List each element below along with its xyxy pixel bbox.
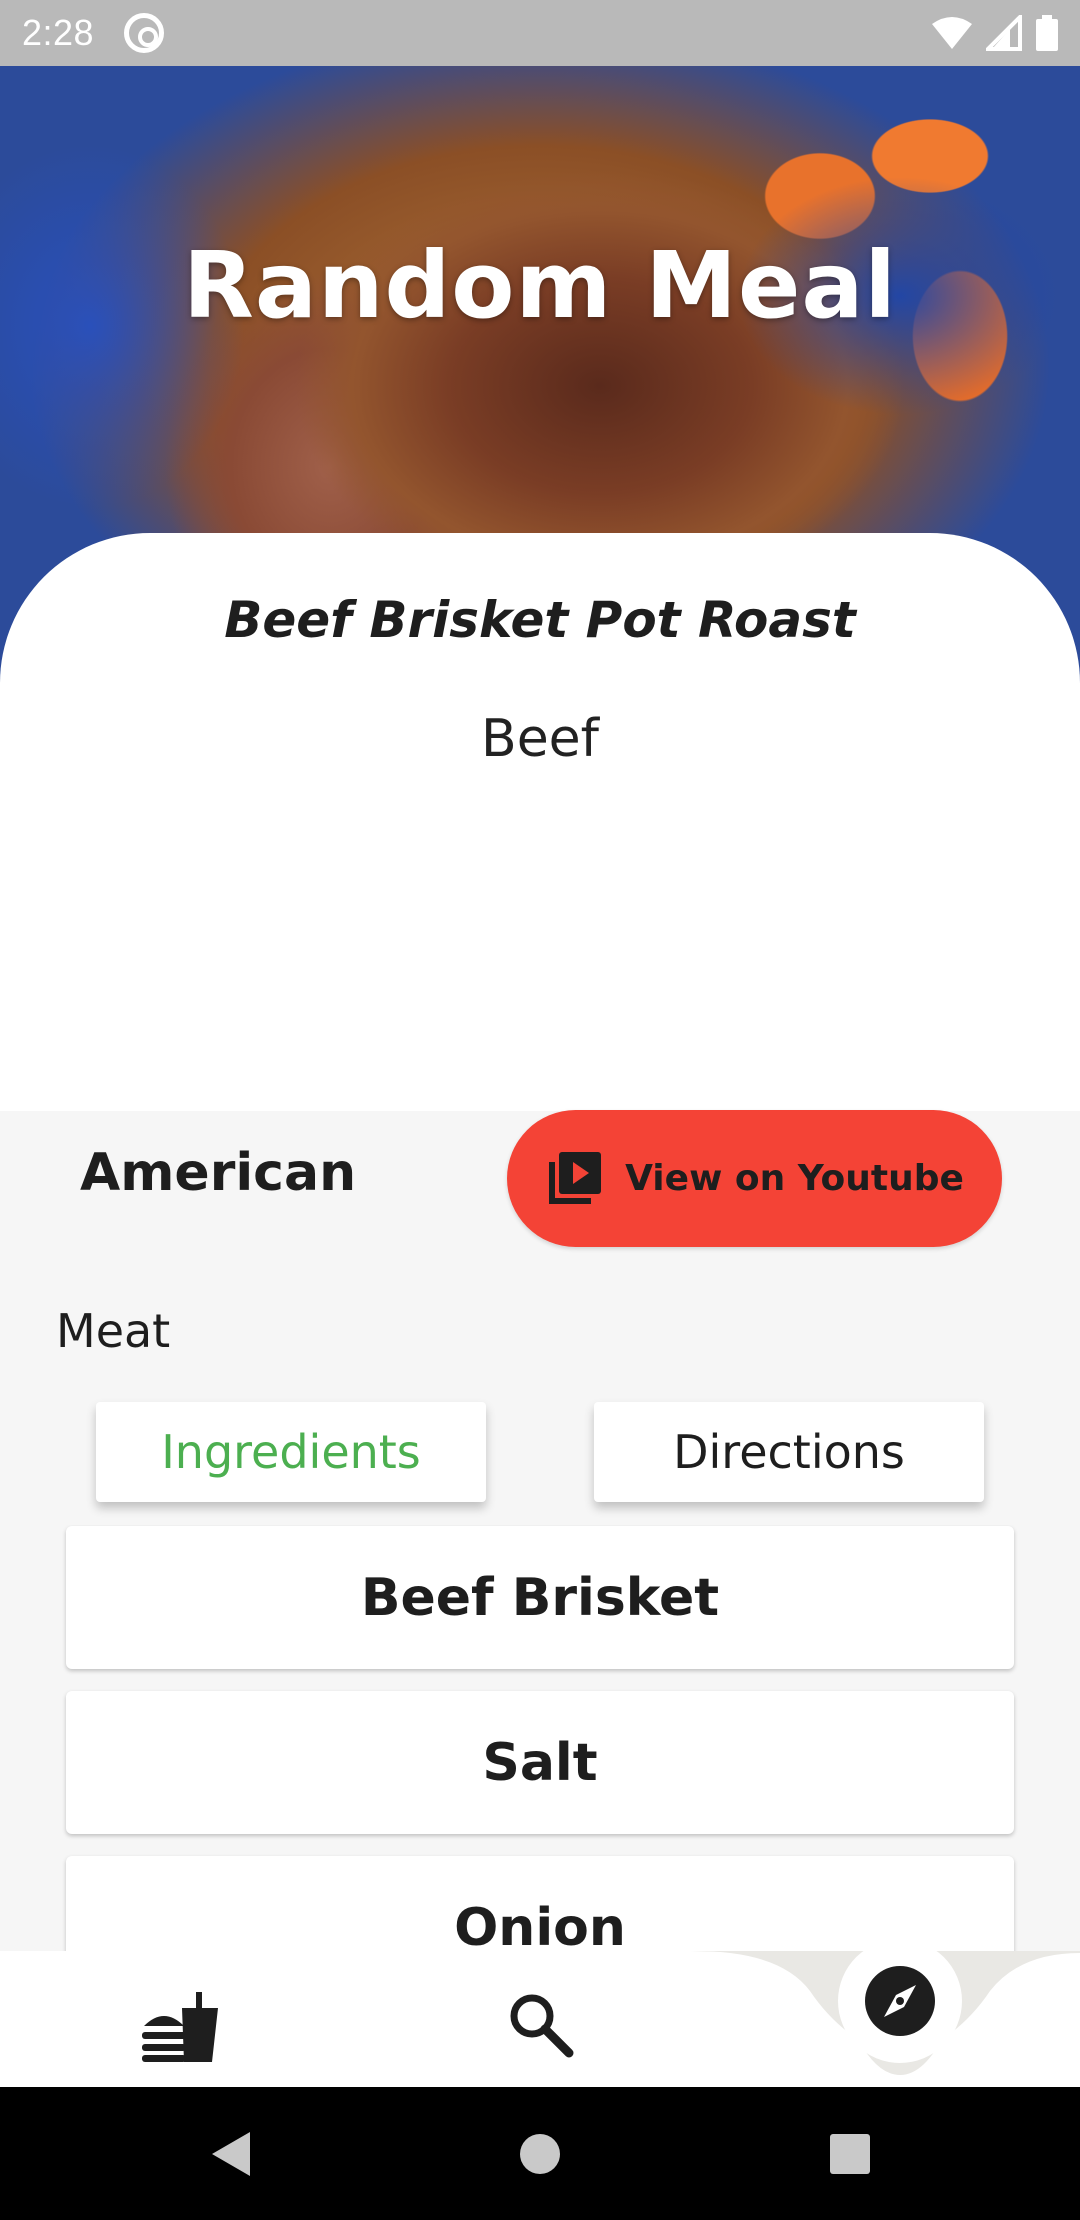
meal-tag: Meat: [56, 1304, 171, 1358]
home-button[interactable]: [500, 2087, 580, 2220]
tab-directions[interactable]: Directions: [594, 1402, 984, 1502]
ingredient-item: Onion: [66, 1856, 1014, 1951]
recents-icon: [830, 2133, 870, 2174]
system-navigation-bar: [0, 2087, 1080, 2220]
wifi-icon: [932, 17, 972, 49]
battery-icon: [1036, 15, 1058, 51]
recents-button[interactable]: [810, 2087, 890, 2220]
back-icon: [212, 2131, 250, 2176]
meal-category: Beef: [481, 709, 599, 769]
cell-signal-icon: [986, 15, 1022, 51]
meal-card: Beef Brisket Pot Roast Beef: [0, 533, 1080, 1111]
page-title: Random Meal: [183, 232, 897, 339]
back-button[interactable]: [190, 2087, 270, 2220]
status-bar: 2:28: [0, 0, 1080, 66]
video-library-icon: [549, 1151, 602, 1204]
nav-explore-fab[interactable]: [838, 1939, 962, 2063]
ingredient-item: Salt: [66, 1691, 1014, 1834]
nav-meals[interactable]: [130, 1979, 230, 2069]
nav-search[interactable]: [490, 1979, 590, 2069]
at-sign-icon: [124, 13, 165, 53]
view-on-youtube-button[interactable]: View on Youtube: [507, 1110, 1002, 1247]
fastfood-icon: [142, 1992, 218, 2062]
ingredient-item: Beef Brisket: [66, 1526, 1014, 1669]
youtube-button-label: View on Youtube: [625, 1158, 964, 1199]
compass-icon: [865, 1966, 935, 2036]
ingredient-list[interactable]: Beef Brisket Salt Onion: [0, 1525, 1080, 1951]
tab-ingredients[interactable]: Ingredients: [96, 1402, 486, 1502]
bottom-navigation: [0, 1939, 1080, 2087]
status-time: 2:28: [22, 12, 95, 53]
search-icon: [510, 1994, 574, 2058]
home-icon: [520, 2133, 560, 2174]
status-icons: [932, 15, 1058, 51]
meal-name: Beef Brisket Pot Roast: [224, 591, 856, 649]
meal-area: American: [80, 1143, 357, 1203]
